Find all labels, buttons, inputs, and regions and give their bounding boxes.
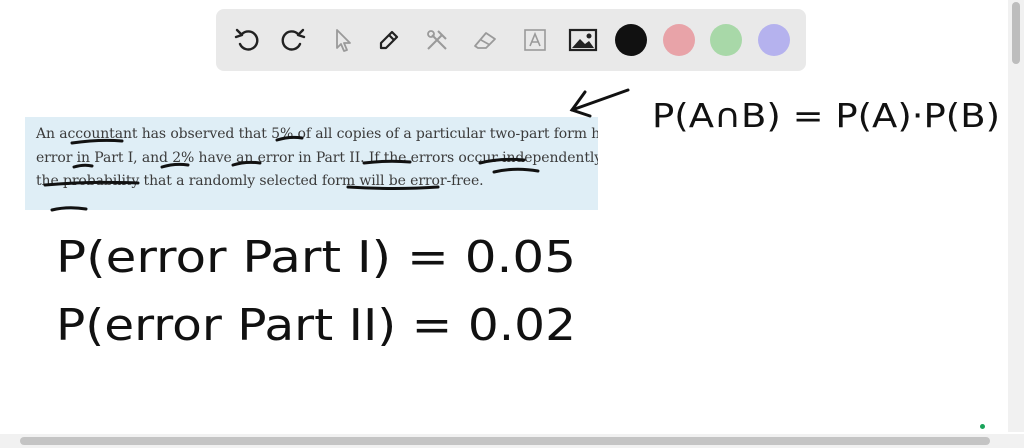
work-line-part-one: P(error Part I) = 0.05 (56, 232, 576, 283)
underline-strokes (43, 135, 540, 212)
vertical-scroll-thumb[interactable] (1012, 2, 1020, 64)
status-indicator (980, 424, 985, 429)
formula-independence: P(A∩B) = P(A)·P(B) (652, 96, 1000, 135)
horizontal-scrollbar[interactable] (0, 434, 1024, 448)
work-line-part-two: P(error Part II) = 0.02 (56, 300, 576, 351)
arrow-annotation (569, 88, 630, 118)
ink-layer: P(A∩B) = P(A)·P(B) P(error Part I) = 0.0… (43, 88, 1000, 351)
vertical-scrollbar[interactable] (1008, 0, 1024, 432)
horizontal-scroll-thumb[interactable] (20, 437, 990, 445)
